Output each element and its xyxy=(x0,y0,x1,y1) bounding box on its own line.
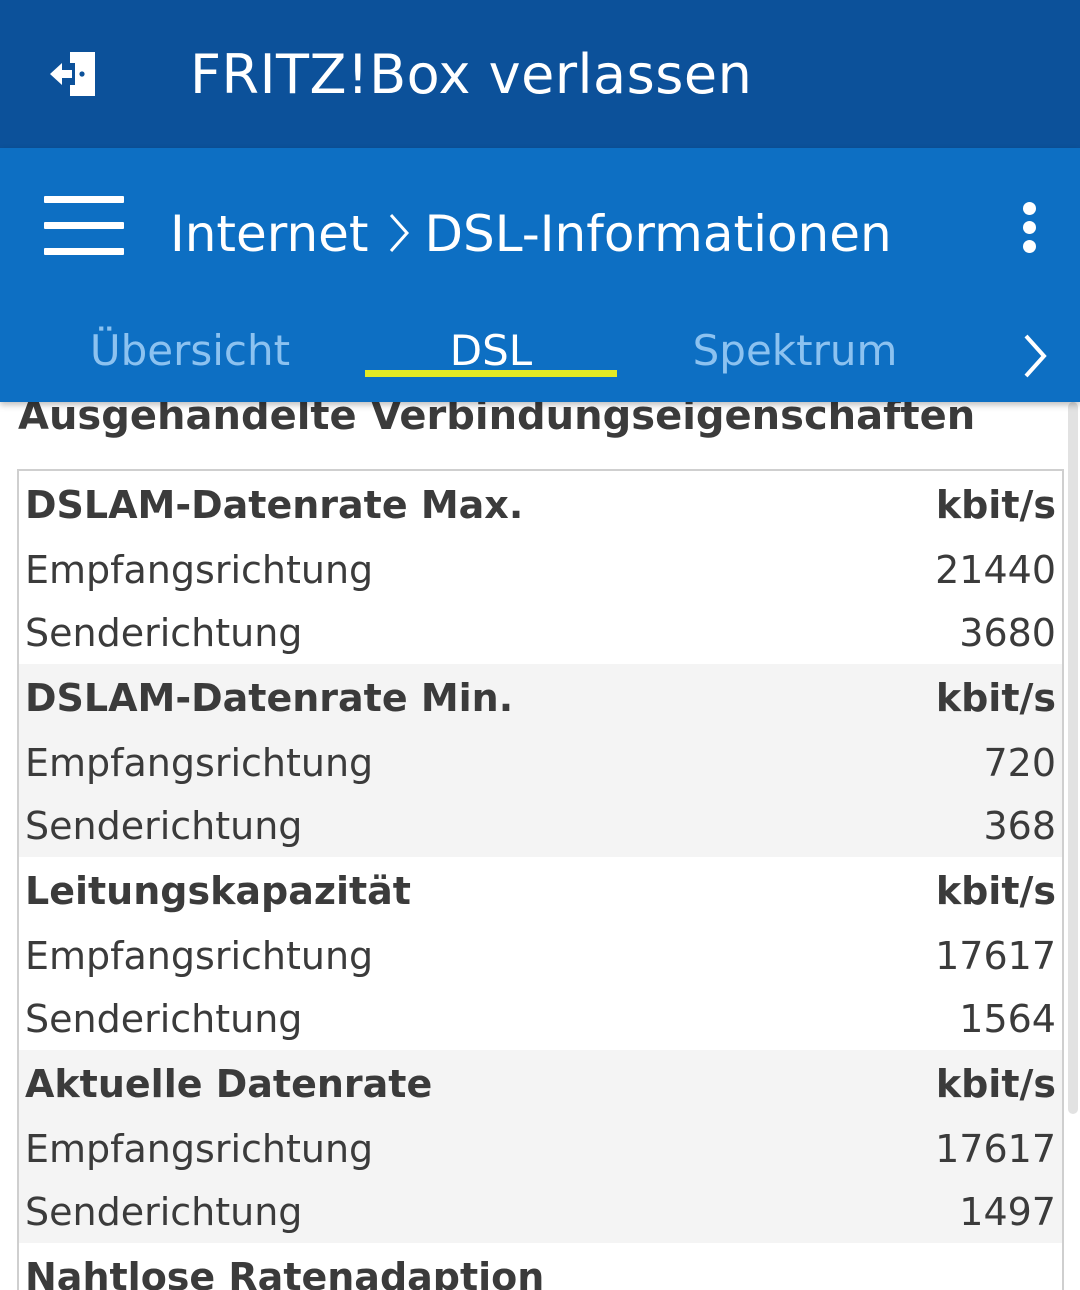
row-value: 1564 xyxy=(959,996,1056,1041)
table-row: Senderichtung 3680 xyxy=(19,601,1062,664)
active-tab-indicator xyxy=(365,370,617,377)
breadcrumb: Internet DSL-Informationen xyxy=(170,202,892,266)
row-label: Empfangsrichtung xyxy=(25,933,374,978)
page: FRITZ!Box verlassen Internet DSL-Informa… xyxy=(0,0,1080,1290)
table-row: Empfangsrichtung 17617 xyxy=(19,1117,1062,1180)
hamburger-menu-icon[interactable] xyxy=(44,196,124,256)
tab-dsl[interactable]: DSL xyxy=(365,316,617,402)
more-vertical-icon[interactable] xyxy=(1014,200,1046,256)
tab-bar: Übersicht DSL Spektrum xyxy=(0,316,1080,402)
row-value: 3680 xyxy=(959,610,1056,655)
unit-label: kbit/s xyxy=(935,868,1056,913)
table-row: Empfangsrichtung 17617 xyxy=(19,924,1062,987)
row-label: Empfangsrichtung xyxy=(25,547,374,592)
row-label: Empfangsrichtung xyxy=(25,1126,374,1171)
table-group-nahtlose-ratenadaption: Nahtlose Ratenadaption xyxy=(19,1243,1062,1290)
row-value: 1497 xyxy=(959,1189,1056,1234)
table-row: Empfangsrichtung 720 xyxy=(19,731,1062,794)
properties-table: DSLAM-Datenrate Max. kbit/s Empfangsrich… xyxy=(17,469,1064,1290)
table-group-leitungskapazitaet: Leitungskapazität kbit/s Empfangsrichtun… xyxy=(19,857,1062,1050)
group-header: DSLAM-Datenrate Max. kbit/s xyxy=(19,471,1062,538)
row-label: Senderichtung xyxy=(25,1189,303,1234)
tab-uebersicht[interactable]: Übersicht xyxy=(40,316,340,402)
group-header: DSLAM-Datenrate Min. kbit/s xyxy=(19,664,1062,731)
group-title: Leitungskapazität xyxy=(25,868,411,913)
group-title: DSLAM-Datenrate Min. xyxy=(25,675,514,720)
group-title: DSLAM-Datenrate Max. xyxy=(25,482,524,527)
group-header: Aktuelle Datenrate kbit/s xyxy=(19,1050,1062,1117)
row-value: 720 xyxy=(983,740,1056,785)
unit-label: kbit/s xyxy=(935,675,1056,720)
row-label: Empfangsrichtung xyxy=(25,740,374,785)
row-value: 17617 xyxy=(935,1126,1056,1171)
chevron-right-icon[interactable] xyxy=(1014,330,1054,382)
exit-door-icon[interactable] xyxy=(48,48,100,100)
unit-label: kbit/s xyxy=(935,482,1056,527)
group-header: Nahtlose Ratenadaption xyxy=(19,1243,1062,1290)
row-label: Senderichtung xyxy=(25,610,303,655)
table-row: Senderichtung 1564 xyxy=(19,987,1062,1050)
table-group-dslam-max: DSLAM-Datenrate Max. kbit/s Empfangsrich… xyxy=(19,471,1062,664)
unit-label: kbit/s xyxy=(935,1061,1056,1106)
group-header: Leitungskapazität kbit/s xyxy=(19,857,1062,924)
row-value: 21440 xyxy=(935,547,1056,592)
tab-spektrum[interactable]: Spektrum xyxy=(640,316,950,402)
table-row: Empfangsrichtung 21440 xyxy=(19,538,1062,601)
scrollbar[interactable] xyxy=(1068,402,1078,1114)
group-title: Aktuelle Datenrate xyxy=(25,1061,433,1106)
page-header: Internet DSL-Informationen Übersicht DSL… xyxy=(0,148,1080,402)
table-group-dslam-min: DSLAM-Datenrate Min. kbit/s Empfangsrich… xyxy=(19,664,1062,857)
row-value: 17617 xyxy=(935,933,1056,978)
breadcrumb-parent[interactable]: Internet xyxy=(170,205,369,263)
row-label: Senderichtung xyxy=(25,803,303,848)
table-row: Senderichtung 368 xyxy=(19,794,1062,857)
group-title: Nahtlose Ratenadaption xyxy=(25,1254,545,1290)
content-area: Ausgehandelte Verbindungseigenschaften D… xyxy=(0,393,1080,1290)
top-app-bar: FRITZ!Box verlassen xyxy=(0,0,1080,148)
chevron-right-icon xyxy=(389,214,409,252)
exit-title[interactable]: FRITZ!Box verlassen xyxy=(190,42,752,108)
row-value: 368 xyxy=(983,803,1056,848)
row-label: Senderichtung xyxy=(25,996,303,1041)
breadcrumb-current: DSL-Informationen xyxy=(424,205,892,263)
table-row: Senderichtung 1497 xyxy=(19,1180,1062,1243)
table-group-aktuelle-datenrate: Aktuelle Datenrate kbit/s Empfangsrichtu… xyxy=(19,1050,1062,1243)
